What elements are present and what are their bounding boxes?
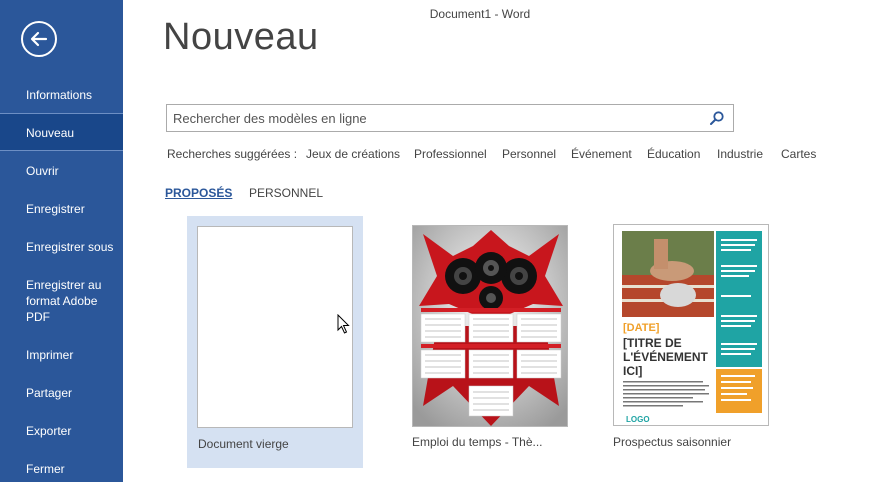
flyer-title-line-2: L'ÉVÉNEMENT — [623, 349, 709, 364]
template-thumbnail-flyer[interactable]: [DATE] [TITRE DE L'ÉVÉNEMENT ICI] LOGO — [613, 224, 769, 426]
window-title: Document1 - Word — [429, 7, 531, 21]
back-arrow-icon — [30, 31, 48, 47]
page-title: Nouveau — [163, 16, 319, 58]
sidebar-item-informations[interactable]: Informations — [0, 87, 123, 103]
sidebar-item-fermer[interactable]: Fermer — [0, 461, 123, 477]
sidebar-item-enregistrer-pdf[interactable]: Enregistrer au format Adobe PDF — [0, 277, 123, 325]
sidebar-item-exporter[interactable]: Exporter — [0, 423, 123, 439]
suggested-link-cartes[interactable]: Cartes — [781, 147, 816, 161]
suggested-link-personnel[interactable]: Personnel — [502, 147, 556, 161]
sidebar-item-partager[interactable]: Partager — [0, 385, 123, 401]
template-search-input[interactable] — [167, 105, 697, 131]
timetable-preview-image — [413, 226, 567, 426]
search-icon[interactable] — [709, 110, 725, 126]
backstage-sidebar: Informations Nouveau Ouvrir Enregistrer … — [0, 0, 123, 482]
suggested-link-evenement[interactable]: Événement — [571, 147, 632, 161]
template-thumbnail-blank[interactable] — [197, 226, 353, 428]
mouse-cursor-icon — [337, 314, 350, 334]
suggested-link-industrie[interactable]: Industrie — [717, 147, 763, 161]
flyer-logo-text: LOGO — [626, 415, 650, 424]
template-thumbnail-timetable[interactable] — [412, 225, 568, 427]
tab-proposes[interactable]: PROPOSÉS — [165, 186, 232, 200]
template-label-flyer: Prospectus saisonnier — [613, 435, 732, 449]
flyer-date-text: [DATE] — [623, 322, 660, 334]
sidebar-item-nouveau[interactable]: Nouveau — [0, 113, 123, 151]
back-button[interactable] — [21, 21, 57, 57]
suggested-link-jeux-de-creations[interactable]: Jeux de créations — [306, 147, 400, 161]
suggested-searches-label: Recherches suggérées : — [167, 147, 298, 161]
sidebar-item-enregistrer-sous[interactable]: Enregistrer sous — [0, 239, 123, 255]
template-search-box — [166, 104, 734, 132]
flyer-title-line-1: [TITRE DE — [623, 336, 682, 350]
sidebar-item-enregistrer[interactable]: Enregistrer — [0, 201, 123, 217]
flyer-title-line-3: ICI] — [623, 364, 642, 378]
sidebar-item-ouvrir[interactable]: Ouvrir — [0, 163, 123, 179]
template-label-blank: Document vierge — [198, 437, 289, 451]
suggested-link-professionnel[interactable]: Professionnel — [414, 147, 487, 161]
sidebar-item-imprimer[interactable]: Imprimer — [0, 347, 123, 363]
tab-personnel[interactable]: PERSONNEL — [249, 186, 323, 200]
flyer-preview-image: [DATE] [TITRE DE L'ÉVÉNEMENT ICI] LOGO — [614, 225, 768, 425]
suggested-link-education[interactable]: Éducation — [647, 147, 700, 161]
template-label-timetable: Emploi du temps - Thè... — [412, 435, 543, 449]
